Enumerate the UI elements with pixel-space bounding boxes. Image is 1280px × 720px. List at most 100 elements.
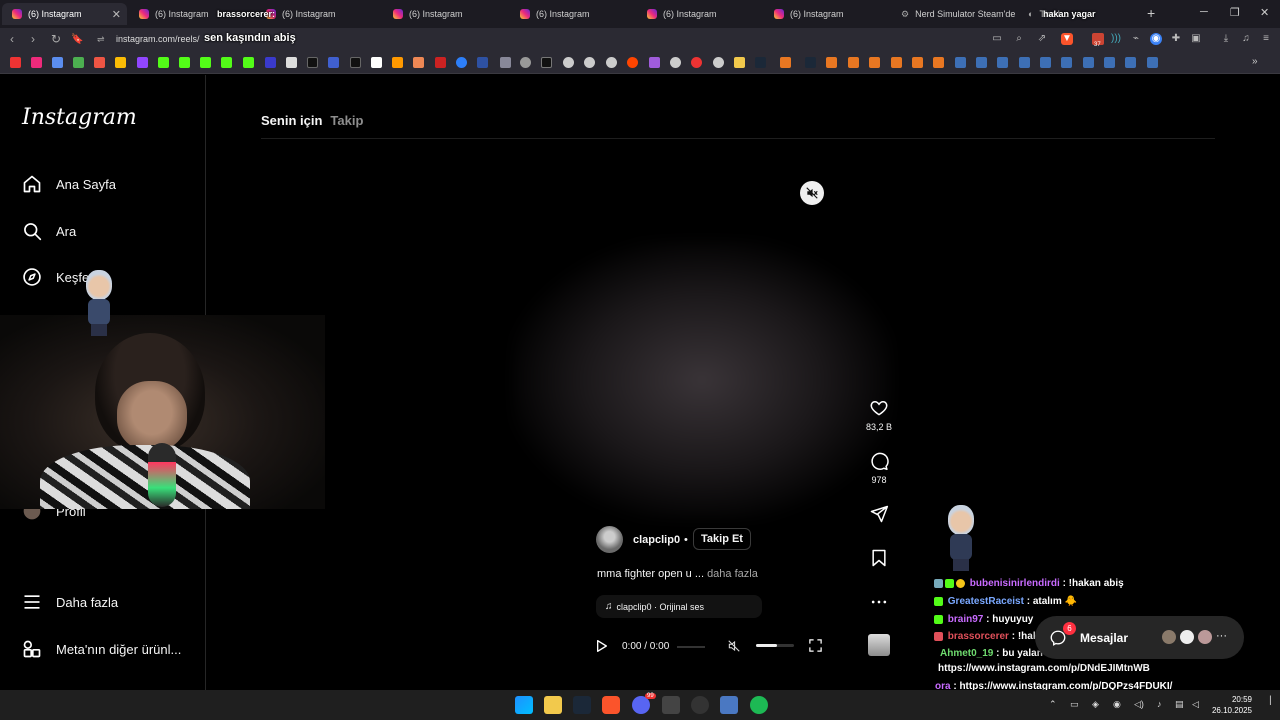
bookmark-icon[interactable] [500, 57, 511, 68]
instagram-bookmark-icon[interactable] [31, 57, 42, 68]
bookmark-icon[interactable] [891, 57, 902, 68]
music-icon[interactable]: ♫ [1240, 33, 1252, 45]
show-desktop-button[interactable]: ▏ [1270, 696, 1276, 705]
like-button[interactable]: 83,2 B [864, 398, 894, 432]
menu-icon[interactable]: ≡ [1260, 33, 1272, 45]
bookmark-icon[interactable] [265, 57, 276, 68]
tab-for-you[interactable]: Senin için [261, 113, 322, 128]
bookmark-icon[interactable] [780, 57, 791, 68]
steam-bookmark-icon[interactable] [1083, 57, 1094, 68]
bookmark-icon[interactable] [52, 57, 63, 68]
save-button[interactable] [864, 548, 894, 572]
volume-slider[interactable] [756, 644, 794, 647]
tab-following[interactable]: Takip [330, 113, 363, 128]
kick-bookmark-icon[interactable] [179, 57, 190, 68]
steam-bookmark-icon[interactable] [1147, 57, 1158, 68]
brave-shield-icon[interactable]: ▼ [1061, 33, 1073, 45]
drive-bookmark-icon[interactable] [115, 57, 126, 68]
bookmark-icon[interactable] [826, 57, 837, 68]
bookmark-icon[interactable] [912, 57, 923, 68]
bookmark-icon[interactable] [713, 57, 724, 68]
steam-bookmark-icon[interactable] [1104, 57, 1115, 68]
file-explorer-icon[interactable] [544, 696, 562, 714]
steam-bookmark-icon[interactable] [997, 57, 1008, 68]
screen-cast-icon[interactable]: ▭ [991, 33, 1003, 45]
amazon-bookmark-icon[interactable] [392, 57, 403, 68]
chevron-up-icon[interactable]: ⌃ [1049, 699, 1057, 710]
bookmark-icon[interactable] [520, 57, 531, 68]
author-username[interactable]: clapclip0 [633, 534, 680, 546]
bookmark-icon[interactable] [933, 57, 944, 68]
bookmark-icon[interactable] [371, 57, 382, 68]
share-icon[interactable]: ⇗ [1036, 33, 1048, 45]
url-field[interactable]: instagram.com/reels/ [116, 34, 200, 44]
browser-tab[interactable]: (6) Instagram [510, 3, 635, 25]
steam-bookmark-icon[interactable] [1040, 57, 1051, 68]
browser-tab[interactable]: (6) Instagram [637, 3, 762, 25]
youtube-bookmark-icon[interactable] [10, 57, 21, 68]
audio-thumbnail[interactable] [868, 634, 890, 656]
steam-icon[interactable] [573, 696, 591, 714]
bookmark-icon[interactable] [221, 57, 232, 68]
bookmark-icon[interactable] [848, 57, 859, 68]
bookmark-icon[interactable] [869, 57, 880, 68]
restore-icon[interactable]: ❐ [1230, 6, 1240, 19]
network-icon[interactable]: ▤ [1175, 699, 1184, 710]
steam-bookmark-icon[interactable] [976, 57, 987, 68]
twitch-bookmark-icon[interactable] [137, 57, 148, 68]
sidebar-item-more[interactable]: Daha fazla [22, 592, 118, 612]
mal-bookmark-icon[interactable] [477, 57, 488, 68]
download-icon[interactable]: ⤓ [1220, 33, 1232, 45]
windows-start-icon[interactable] [515, 696, 533, 714]
steam-bookmark-icon[interactable] [1125, 57, 1136, 68]
forward-icon[interactable]: › [31, 32, 35, 46]
steam-bookmark-icon[interactable] [955, 57, 966, 68]
extension-icon[interactable]: ⌁ [1130, 33, 1142, 45]
audio-extension-icon[interactable]: ))) [1110, 33, 1122, 45]
reload-icon[interactable]: ↻ [51, 32, 61, 46]
minimize-icon[interactable]: ─ [1200, 6, 1208, 18]
browser-tab[interactable]: (6) Instagram [383, 3, 508, 25]
bookmark-icon[interactable]: 🔖 [71, 34, 83, 45]
steam-bookmark-icon[interactable] [1019, 57, 1030, 68]
sidebar-item-search[interactable]: Ara [22, 221, 76, 241]
extensions-puzzle-icon[interactable]: ✚ [1170, 33, 1182, 45]
bookmark-icon[interactable] [286, 57, 297, 68]
kick-bookmark-icon[interactable] [200, 57, 211, 68]
seek-bar[interactable] [677, 646, 705, 648]
play-icon[interactable] [593, 638, 609, 654]
steam-bookmark-icon[interactable] [805, 57, 816, 68]
obs-icon[interactable] [691, 696, 709, 714]
bookmark-icon[interactable] [563, 57, 574, 68]
bookmark-icon[interactable] [649, 57, 660, 68]
steam-bookmark-icon[interactable] [755, 57, 766, 68]
x-bookmark-icon[interactable] [307, 57, 318, 68]
bookmark-icon[interactable] [73, 57, 84, 68]
bookmark-icon[interactable] [606, 57, 617, 68]
bookmark-icon[interactable] [584, 57, 595, 68]
app-icon[interactable] [662, 696, 680, 714]
more-bookmarks-icon[interactable]: » [1252, 56, 1258, 67]
kick-bookmark-icon[interactable] [158, 57, 169, 68]
sidebar-item-home[interactable]: Ana Sayfa [22, 174, 116, 194]
instagram-logo[interactable]: Instagram [22, 105, 137, 130]
mute-button[interactable] [800, 181, 824, 205]
spotify-icon[interactable] [750, 696, 768, 714]
sidebar-item-meta[interactable]: Meta'nın diğer ürünl... [22, 639, 181, 659]
author-avatar[interactable] [596, 526, 623, 553]
brave-browser-icon[interactable] [602, 696, 620, 714]
bookmark-icon[interactable] [328, 57, 339, 68]
zoom-icon[interactable]: ⌕ [1013, 33, 1025, 45]
browser-tab[interactable]: ⚙ Nerd Simulator Steam'de [891, 3, 1016, 25]
bookmark-icon[interactable] [670, 57, 681, 68]
steam-tray-icon[interactable]: ◉ [1113, 699, 1121, 710]
comment-button[interactable]: 978 [864, 451, 894, 485]
bookmark-icon[interactable] [413, 57, 424, 68]
gmail-bookmark-icon[interactable] [94, 57, 105, 68]
app-icon[interactable] [720, 696, 738, 714]
more-dots-icon[interactable]: ··· [1216, 630, 1227, 642]
system-clock[interactable]: 20:59 26.10.2025 [1212, 694, 1252, 716]
bookmark-icon[interactable] [435, 57, 446, 68]
share-button[interactable] [864, 504, 894, 528]
fullscreen-icon[interactable] [808, 638, 823, 653]
